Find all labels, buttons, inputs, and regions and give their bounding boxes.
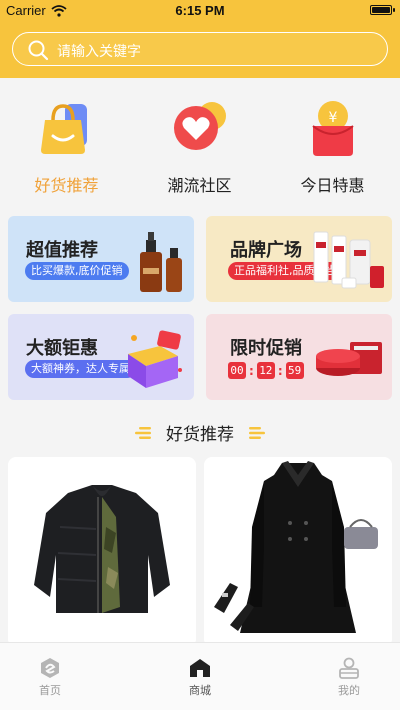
heart-chat-icon [174,102,226,150]
promo-limited-sale[interactable]: 限时促销 00 : 12 : 59 [206,314,392,400]
countdown-hours: 00 [228,362,246,379]
promo-tag: 比买爆款,底价促销 [25,262,129,280]
countdown-minutes: 12 [256,362,275,379]
category-label: 今日特惠 [300,176,365,195]
shopping-bag-icon [41,104,87,154]
promo-title: 品牌广场 [230,240,302,261]
search-placeholder: 请输入关键字 [57,44,141,60]
red-envelope-icon: ¥ [312,101,354,156]
gift-box-image [128,330,182,388]
cream-jar-image [316,342,382,376]
product-card-coat[interactable] [204,457,392,647]
tab-label: 首页 [39,684,61,697]
section-right-deco-icon [249,426,266,439]
search-icon [28,40,49,61]
status-bar: Carrier 6:15 PM [0,0,400,20]
category-trend-community[interactable]: 潮流社区 [133,90,266,200]
puffer-jacket-image [34,485,170,613]
tab-label: 商城 [189,684,211,697]
countdown-timer: 00 : 12 : 59 [228,362,304,379]
countdown-seconds: 59 [285,362,304,379]
section-left-deco-icon [134,426,151,439]
profile-icon [339,657,359,679]
section-title: 好货推荐 [166,425,234,445]
promo-big-discount[interactable]: 大额钜惠 大额神券，达人专属 [8,314,194,400]
store-icon [190,659,210,677]
tab-store[interactable]: 商城 [150,643,250,710]
tab-mine[interactable]: 我的 [299,643,399,710]
svg-text:¥: ¥ [329,110,338,126]
search-input[interactable]: 请输入关键字 [12,32,388,66]
countdown-separator: : [249,363,254,378]
serum-bottles-image [140,232,182,292]
category-label: 潮流社区 [167,176,232,195]
home-logo-icon [41,658,59,678]
product-card-jacket[interactable] [8,457,196,647]
wool-coat-image [214,461,378,633]
section-header: 好货推荐 [0,420,400,445]
category-row: 好货推荐 潮流社区 ¥ 今日特惠 [0,90,400,200]
promo-value-recommend[interactable]: 超值推荐 比买爆款,底价促销 [8,216,194,302]
battery-icon [370,5,395,15]
category-today-deals[interactable]: ¥ 今日特惠 [266,90,399,200]
promo-title: 大额钜惠 [26,338,98,359]
category-label: 好货推荐 [34,176,99,195]
header: 请输入关键字 [0,20,400,78]
bottom-tab-bar: 首页 商城 我的 [0,642,400,710]
battery-fill [372,7,390,13]
tab-label: 我的 [338,684,360,697]
promo-brand-plaza[interactable]: 品牌广场 正品福利社,品质担当 [206,216,392,302]
status-time: 6:15 PM [175,3,225,18]
category-good-goods[interactable]: 好货推荐 [0,90,133,200]
promo-title: 超值推荐 [26,240,98,261]
tab-home[interactable]: 首页 [0,643,100,710]
promo-title: 限时促销 [230,338,302,359]
skincare-set-image [313,231,384,289]
countdown-separator: : [277,363,283,378]
